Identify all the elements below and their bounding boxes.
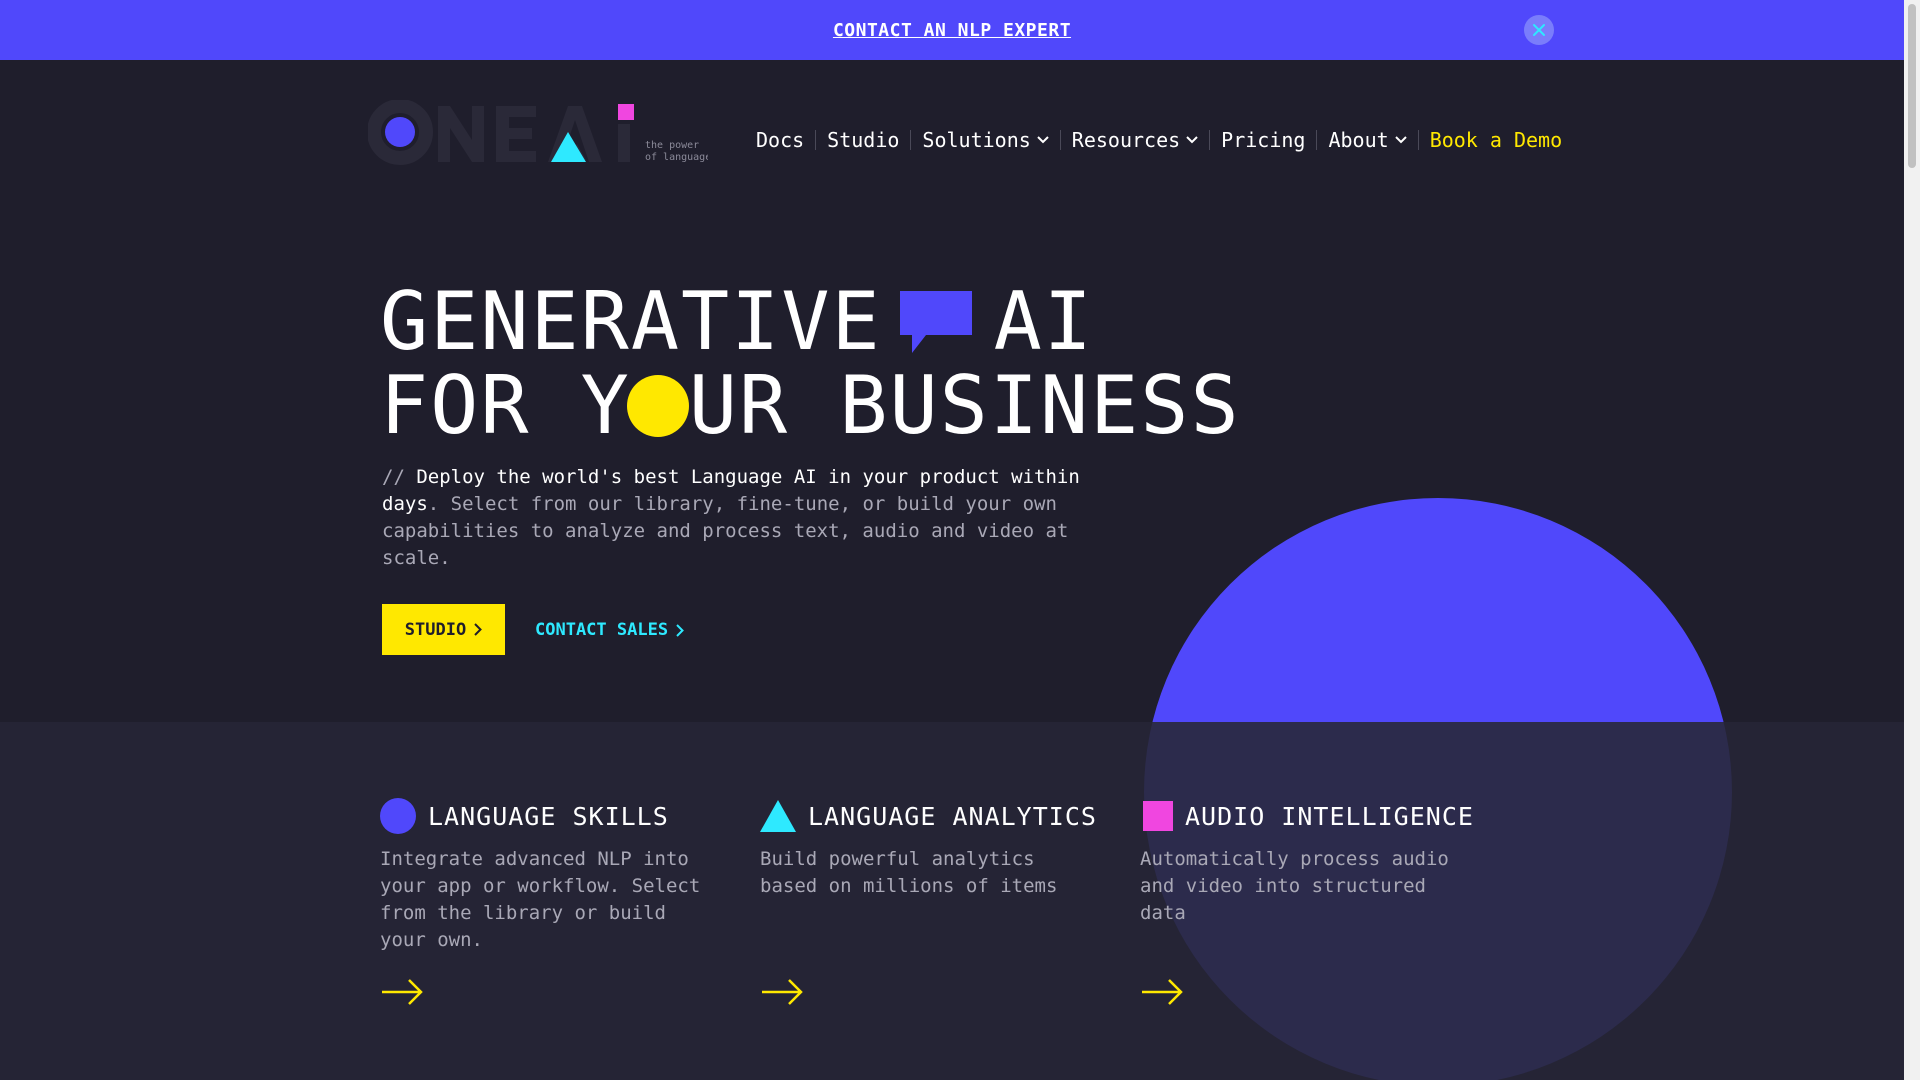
arrow-right-icon[interactable] (762, 978, 804, 1006)
logo[interactable]: the power of language (367, 99, 711, 168)
nav-about[interactable]: About (1317, 128, 1417, 152)
nav-book-demo-label: Book a Demo (1429, 128, 1563, 152)
hero-title-line1: GENERATIVE AI (380, 280, 1241, 364)
nav-pricing[interactable]: Pricing (1210, 128, 1316, 152)
nav-studio[interactable]: Studio (816, 128, 910, 152)
chevron-right-icon (676, 623, 684, 637)
main-nav: Docs Studio Solutions Resources Pricing … (752, 126, 1573, 154)
feature-audio-intelligence: AUDIO INTELLIGENCE Automatically process… (1140, 798, 1480, 1005)
arrow-right-icon[interactable] (1142, 978, 1184, 1006)
nav-studio-label: Studio (827, 128, 900, 152)
nav-resources[interactable]: Resources (1061, 128, 1209, 152)
feature-language-analytics: LANGUAGE ANALYTICS Build powerful analyt… (760, 798, 1100, 1005)
triangle-icon (760, 800, 796, 832)
studio-button[interactable]: STUDIO (382, 604, 505, 655)
feature-title: LANGUAGE ANALYTICS (808, 801, 1097, 831)
feature-description: Automatically process audio and video in… (1140, 848, 1449, 924)
hero-title-for-y: FOR Y (380, 359, 631, 452)
hero-title-word-ai: AI (993, 275, 1094, 368)
chevron-down-icon (1394, 136, 1407, 144)
studio-button-label: STUDIO (404, 619, 467, 640)
hero-title: GENERATIVE AI FOR Y UR BUSINESS (380, 280, 1241, 448)
hero-desc-prefix: // (382, 466, 417, 488)
nav-solutions-label: Solutions (922, 128, 1031, 152)
square-icon (1143, 801, 1173, 831)
feature-header: AUDIO INTELLIGENCE (1140, 798, 1480, 834)
logo-tagline-line2: of language (645, 152, 708, 163)
feature-language-skills: LANGUAGE SKILLS Integrate advanced NLP i… (380, 798, 720, 1005)
hero-title-line2: FOR Y UR BUSINESS (380, 364, 1241, 448)
feature-description: Integrate advanced NLP into your app or … (380, 848, 701, 951)
oneai-logo-icon: the power of language (367, 99, 711, 165)
announcement-close-button[interactable] (1524, 15, 1554, 45)
nav-book-demo[interactable]: Book a Demo (1419, 128, 1573, 152)
contact-nlp-expert-link[interactable]: CONTACT AN NLP EXPERT (833, 20, 1071, 41)
circle-icon (380, 798, 416, 834)
hero-description: // Deploy the world's best Language AI i… (382, 464, 1142, 572)
feature-title: AUDIO INTELLIGENCE (1185, 801, 1474, 831)
feature-title: LANGUAGE SKILLS (428, 801, 669, 831)
nav-pricing-label: Pricing (1221, 128, 1306, 152)
feature-description: Build powerful analytics based on millio… (760, 848, 1058, 897)
close-icon (1533, 24, 1545, 36)
arrow-right-icon[interactable] (382, 978, 424, 1006)
nav-about-label: About (1328, 128, 1389, 152)
hero-title-word-generative: GENERATIVE (380, 275, 882, 368)
contact-sales-label: CONTACT SALES (535, 620, 669, 640)
nav-docs[interactable]: Docs (752, 128, 815, 152)
contact-sales-button[interactable]: CONTACT SALES (535, 618, 684, 642)
nav-resources-label: Resources (1071, 128, 1181, 152)
hero-desc-rest: . Select from our library, fine-tune, or… (382, 493, 1069, 569)
feature-header: LANGUAGE SKILLS (380, 798, 720, 834)
yellow-circle-icon (626, 375, 689, 437)
chevron-down-icon (1037, 136, 1049, 144)
hero-title-ur-business: UR BUSINESS (688, 359, 1241, 452)
chevron-down-icon (1186, 136, 1198, 144)
announcement-bar: CONTACT AN NLP EXPERT (0, 0, 1904, 60)
nav-docs-label: Docs (756, 128, 805, 152)
feature-header: LANGUAGE ANALYTICS (760, 798, 1100, 834)
chat-bubble-icon (899, 291, 972, 353)
page-scrollbar[interactable] (1904, 0, 1920, 1080)
decorative-circle-lower (0, 722, 1904, 1080)
scrollbar-thumb[interactable] (1908, 4, 1916, 168)
nav-solutions[interactable]: Solutions (911, 128, 1059, 152)
logo-tagline-line1: the power (645, 140, 699, 151)
chevron-right-icon (474, 623, 483, 636)
